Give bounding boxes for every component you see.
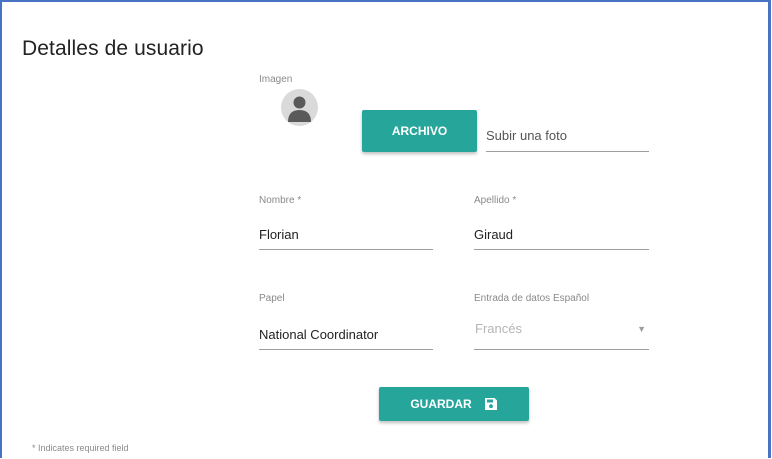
save-button-label: GUARDAR <box>410 397 472 411</box>
image-label: Imagen <box>259 74 293 85</box>
last-name-label: Apellido * <box>474 195 517 206</box>
required-field-note: * Indicates required field <box>32 443 129 453</box>
user-icon <box>288 96 311 122</box>
chevron-down-icon: ▼ <box>637 324 646 334</box>
role-input[interactable] <box>259 320 433 350</box>
data-entry-select[interactable]: Francés ▼ <box>474 320 649 350</box>
data-entry-value: Francés <box>475 321 522 336</box>
first-name-label: Nombre * <box>259 195 302 206</box>
data-entry-label: Entrada de datos Español <box>474 293 590 304</box>
user-details-panel: Detalles de usuario Imagen ARCHIVO Nombr… <box>0 0 771 458</box>
page-title: Detalles de usuario <box>22 37 204 60</box>
first-name-input[interactable] <box>259 220 433 250</box>
file-button[interactable]: ARCHIVO <box>362 110 477 152</box>
avatar <box>281 89 318 126</box>
floppy-disk-icon <box>484 398 497 410</box>
save-button[interactable]: GUARDAR <box>379 387 529 421</box>
last-name-input[interactable] <box>474 220 649 250</box>
role-label: Papel <box>259 293 285 304</box>
photo-upload-field[interactable] <box>486 120 649 152</box>
